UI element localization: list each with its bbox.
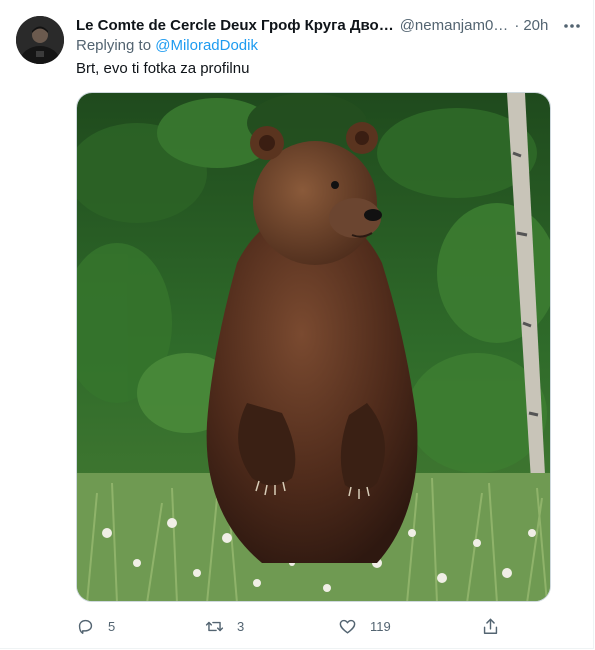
- replying-to: Replying to @MiloradDodik: [76, 37, 258, 54]
- display-name[interactable]: Le Comte de Cercle Deux Гроф Круга Дво…: [76, 17, 394, 34]
- heart-icon: [339, 619, 356, 634]
- avatar-image: [16, 16, 64, 64]
- separator-dot: ·: [514, 16, 520, 34]
- retweet-count: 3: [237, 618, 245, 634]
- avatar[interactable]: [16, 16, 64, 64]
- tweet-header: Le Comte de Cercle Deux Гроф Круга Дво… …: [76, 14, 576, 36]
- tweet-text: Brt, evo ti fotka za profilnu: [76, 60, 250, 77]
- user-handle[interactable]: @nemanjam0…: [400, 17, 509, 34]
- tweet-media[interactable]: [76, 92, 551, 602]
- replying-to-link[interactable]: @MiloradDodik: [155, 37, 258, 54]
- more-horizontal-icon: [564, 24, 580, 28]
- reply-button[interactable]: 5: [76, 612, 115, 640]
- tweet-card[interactable]: Le Comte de Cercle Deux Гроф Круга Дво… …: [0, 0, 594, 649]
- tweet-actions: 5 3 119: [76, 612, 516, 640]
- share-icon: [483, 618, 498, 634]
- timestamp[interactable]: 20h: [523, 17, 548, 34]
- reply-icon: [78, 619, 93, 634]
- like-button[interactable]: 119: [338, 612, 391, 640]
- retweet-icon: [205, 621, 224, 631]
- retweet-button[interactable]: 3: [205, 612, 244, 640]
- replying-to-label: Replying to: [76, 37, 156, 54]
- more-options-button[interactable]: [560, 14, 584, 38]
- like-count: 119: [370, 618, 391, 634]
- share-button[interactable]: [481, 612, 500, 640]
- reply-count: 5: [108, 618, 116, 634]
- bear-photo: [77, 93, 550, 601]
